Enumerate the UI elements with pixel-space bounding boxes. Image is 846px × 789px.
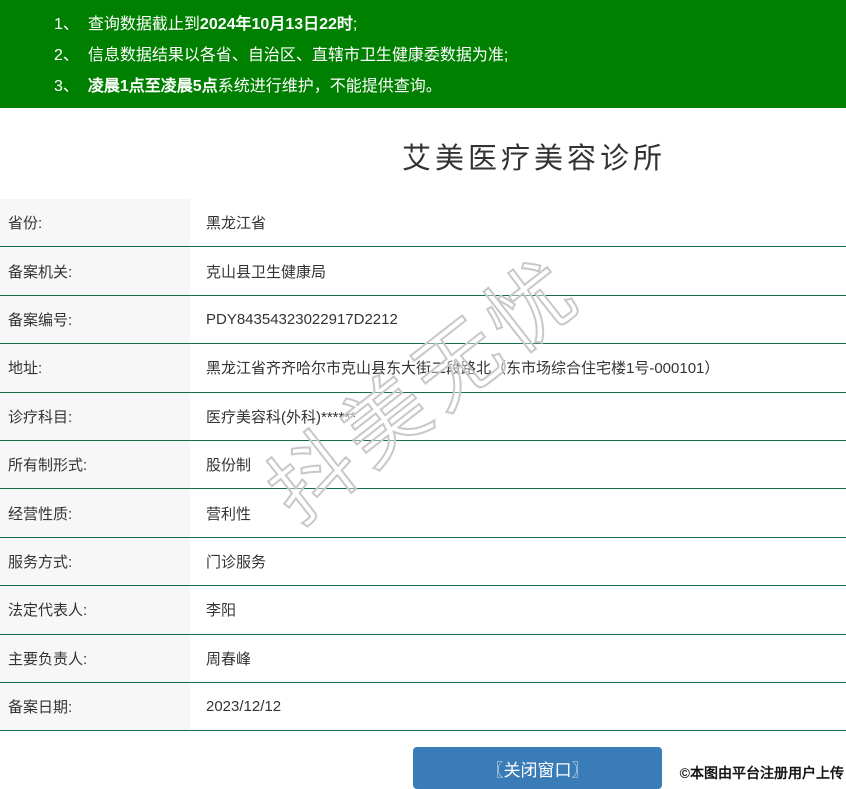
copyright-note: ©本图由平台注册用户上传 bbox=[679, 765, 844, 781]
field-label: 备案日期: bbox=[0, 682, 190, 731]
table-row: 服务方式: 门诊服务 bbox=[0, 537, 846, 587]
notice-text: 查询数据截止到 bbox=[87, 16, 200, 33]
field-value: 黑龙江省 bbox=[206, 215, 267, 233]
field-value: 门诊服务 bbox=[206, 553, 267, 571]
field-label: 备案机关: bbox=[0, 247, 190, 295]
field-label: 备案编号: bbox=[0, 295, 190, 344]
notice-line: 1、 查询数据截止到2024年10月13日22时; bbox=[0, 9, 846, 40]
notice-text: 信息数据结果以各省、自治区、直辖市卫生健康委数据为准; bbox=[87, 47, 509, 64]
table-row: 经营性质: 营利性 bbox=[0, 489, 846, 538]
field-value: 营利性 bbox=[206, 505, 252, 523]
page-title: 艾美医疗美容诊所 bbox=[401, 143, 666, 175]
field-label: 地址: bbox=[0, 344, 190, 392]
field-value: 克山县卫生健康局 bbox=[206, 263, 327, 281]
notice-number: 2、 bbox=[54, 47, 79, 64]
field-label: 服务方式: bbox=[0, 537, 190, 586]
field-label: 所有制形式: bbox=[0, 440, 190, 489]
field-label: 省份: bbox=[0, 199, 190, 247]
notice-text: 凌晨1点至凌晨5点 bbox=[87, 78, 218, 95]
table-row: 主要负责人: 周春峰 bbox=[0, 634, 846, 683]
notice-line: 2、 信息数据结果以各省、自治区、直辖市卫生健康委数据为准; bbox=[0, 40, 846, 71]
table-row: 省份: 黑龙江省 bbox=[0, 199, 846, 248]
table-row: 地址: 黑龙江省齐齐哈尔市克山县东大街二段路北（东市场综合住宅楼1号-000101… bbox=[0, 344, 846, 393]
field-label: 主要负责人: bbox=[0, 634, 190, 682]
field-label: 诊疗科目: bbox=[0, 392, 190, 440]
table-row: 备案日期: 2023/12/12 bbox=[0, 682, 846, 732]
table-row: 所有制形式: 股份制 bbox=[0, 440, 846, 490]
table-row: 备案机关: 克山县卫生健康局 bbox=[0, 247, 846, 296]
title-section: 艾美医疗美容诊所 bbox=[222, 108, 846, 199]
table-row: 备案编号: PDY84354323022917D2212 bbox=[0, 295, 846, 345]
notice-text: ; bbox=[352, 16, 358, 33]
field-label: 经营性质: bbox=[0, 489, 190, 537]
notice-number: 3、 bbox=[54, 78, 79, 95]
field-value: 李阳 bbox=[206, 602, 237, 620]
field-value: 2023/12/12 bbox=[206, 698, 282, 716]
field-label: 法定代表人: bbox=[0, 586, 190, 634]
notice-banner: 1、 查询数据截止到2024年10月13日22时; 2、 信息数据结果以各省、自治区、… bbox=[0, 0, 846, 108]
notice-text: 2024年10月13日22时 bbox=[199, 16, 353, 33]
table-row: 法定代表人: 李阳 bbox=[0, 586, 846, 635]
field-value: 黑龙江省齐齐哈尔市克山县东大街二段路北（东市场综合住宅楼1号-000101） bbox=[206, 360, 720, 378]
field-value: 股份制 bbox=[206, 457, 252, 475]
notice-line: 3、 凌晨1点至凌晨5点系统进行维护，不能提供查询。 bbox=[0, 71, 846, 102]
notice-text: 系统进行维护，不能提供查询。 bbox=[217, 78, 442, 95]
table-row: 诊疗科目: 医疗美容科(外科)****** bbox=[0, 392, 846, 441]
field-value: PDY84354323022917D2212 bbox=[206, 310, 398, 328]
field-value: 周春峰 bbox=[206, 650, 252, 668]
field-value: 医疗美容科(外科)****** bbox=[206, 408, 357, 426]
notice-number: 1、 bbox=[54, 16, 79, 33]
record-table: 省份: 黑龙江省 备案机关: 克山县卫生健康局 备案编号: PDY843543230229… bbox=[0, 199, 846, 732]
